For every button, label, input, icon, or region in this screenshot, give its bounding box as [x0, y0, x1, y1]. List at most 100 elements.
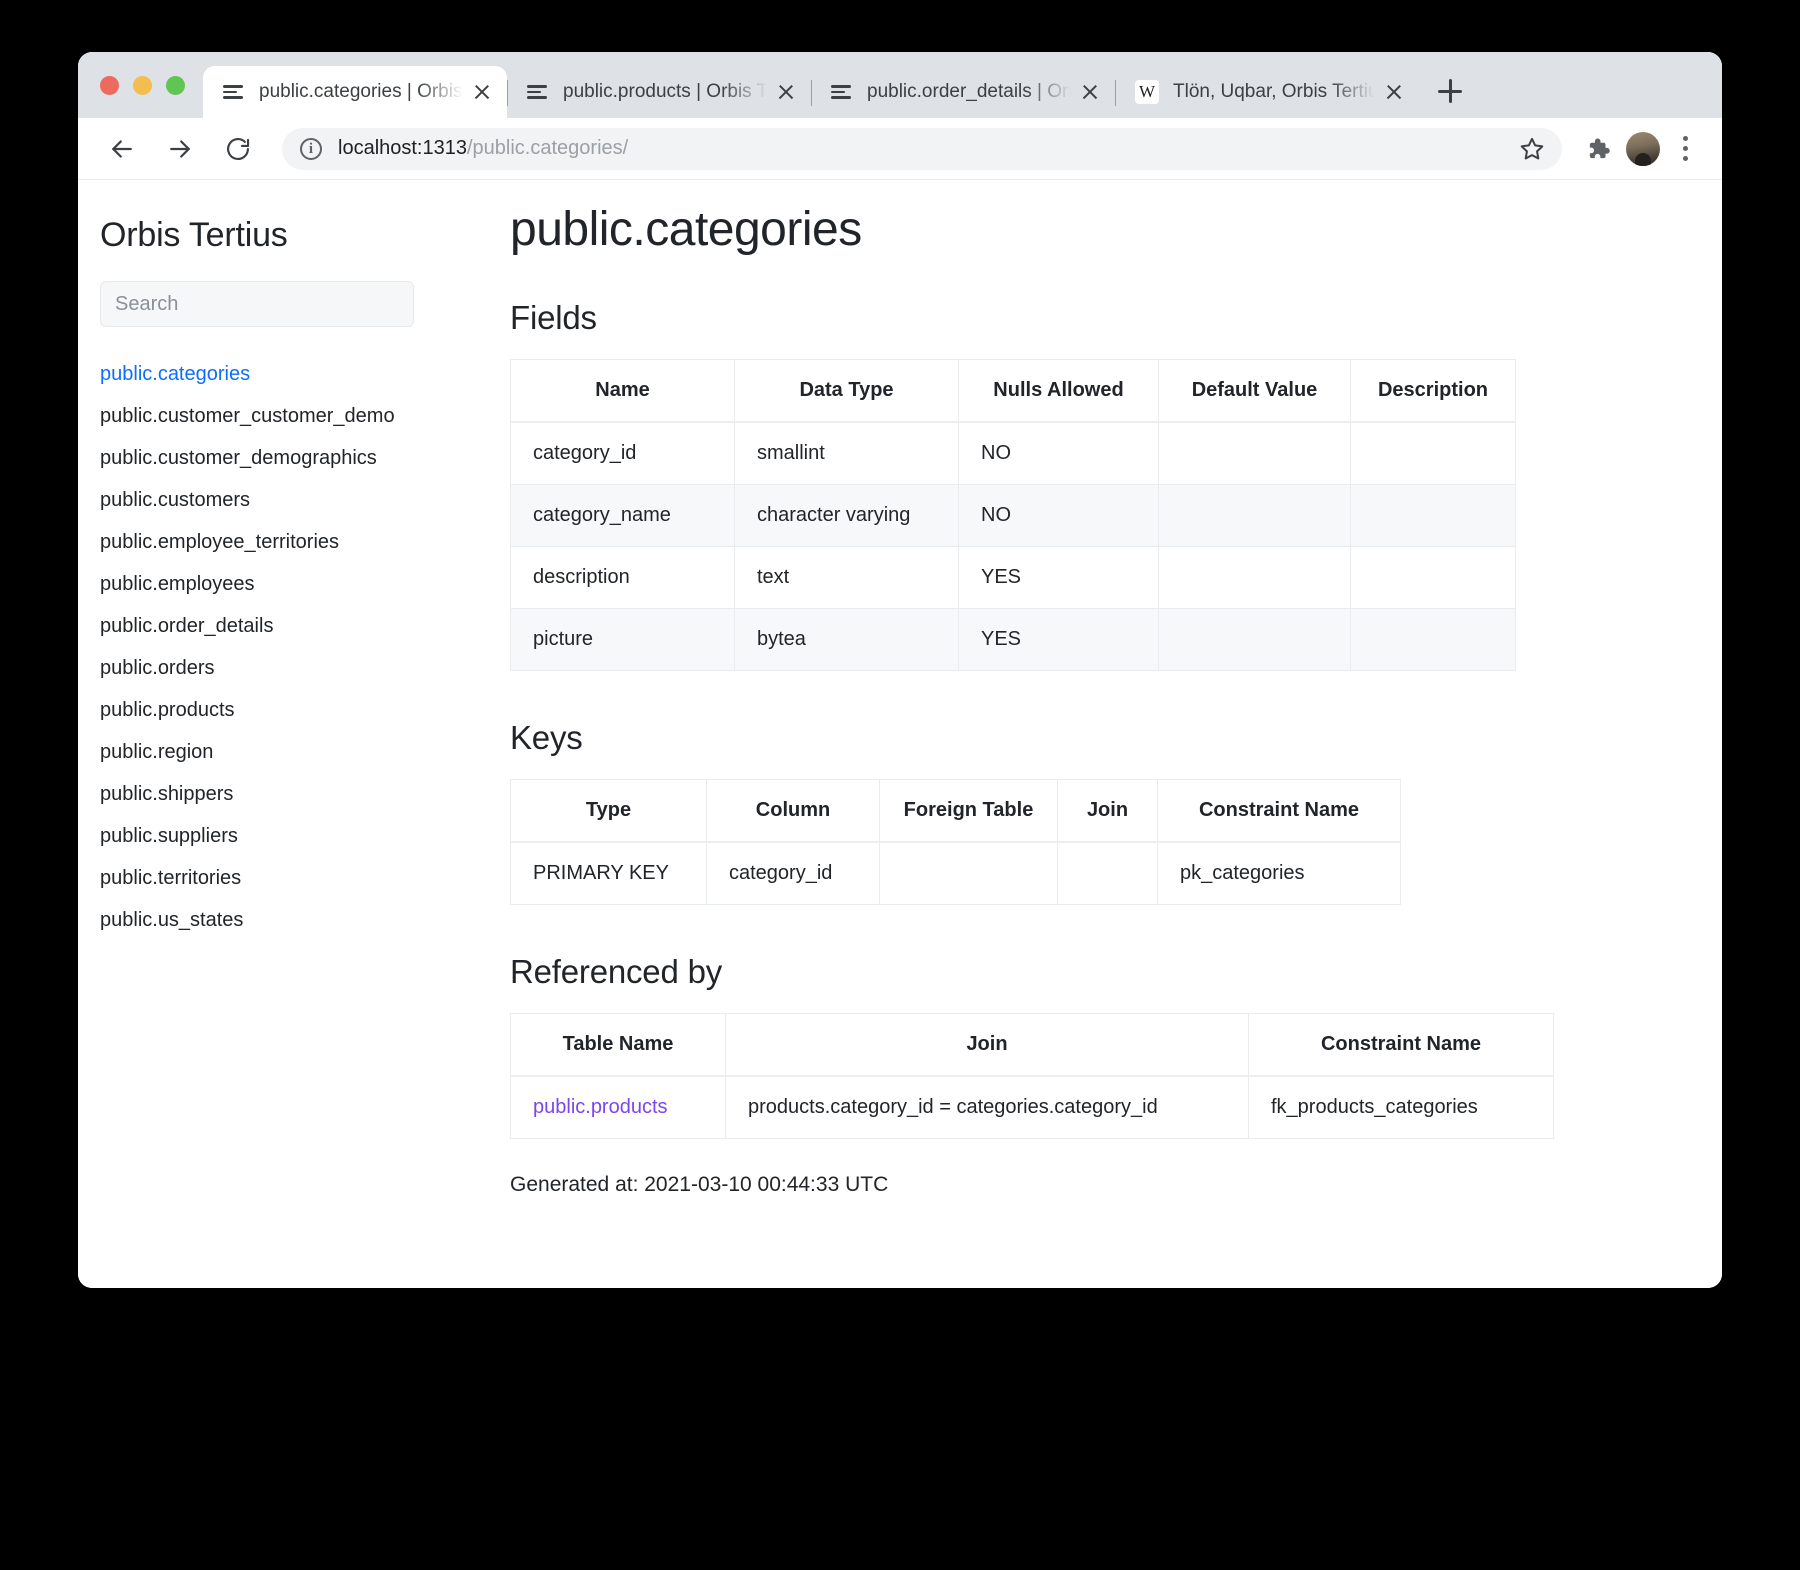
table-row: PRIMARY KEY category_id pk_categories: [511, 842, 1401, 905]
tab-title: public.categories | Orbis Tertius: [259, 66, 463, 118]
cell-foreign-table: [880, 842, 1058, 905]
url-text: localhost:1313/public.categories/: [338, 137, 1508, 160]
sidebar-item-public-categories[interactable]: public.categories: [100, 353, 454, 395]
toolbar-right: [1578, 130, 1700, 168]
table-header-row: Name Data Type Nulls Allowed Default Val…: [511, 360, 1516, 423]
sidebar-item-public-us-states[interactable]: public.us_states: [100, 899, 454, 941]
sidebar-item-public-orders[interactable]: public.orders: [100, 647, 454, 689]
sidebar-item-public-customer-customer-demo[interactable]: public.customer_customer_demo: [100, 395, 454, 437]
close-icon[interactable]: [1381, 79, 1407, 105]
column-header-name: Name: [511, 360, 735, 423]
wikipedia-icon: W: [1135, 80, 1159, 104]
column-header-constraint-name: Constraint Name: [1158, 780, 1401, 843]
kebab-menu-icon[interactable]: [1670, 130, 1700, 168]
sidebar-item-public-order-details[interactable]: public.order_details: [100, 605, 454, 647]
cell-default-value: [1159, 609, 1351, 671]
column-header-default-value: Default Value: [1159, 360, 1351, 423]
url-host: localhost:1313: [338, 137, 467, 159]
close-icon[interactable]: [773, 79, 799, 105]
column-header-type: Type: [511, 780, 707, 843]
table-nav-list: public.categories public.customer_custom…: [100, 353, 454, 941]
cell-name: category_name: [511, 485, 735, 547]
cell-default-value: [1159, 485, 1351, 547]
table-row: description text YES: [511, 547, 1516, 609]
sidebar-item-public-customers[interactable]: public.customers: [100, 479, 454, 521]
close-icon[interactable]: [469, 79, 495, 105]
column-header-data-type: Data Type: [735, 360, 959, 423]
back-arrow-icon[interactable]: [100, 127, 144, 171]
cell-name: description: [511, 547, 735, 609]
cell-data-type: bytea: [735, 609, 959, 671]
maximize-window-button[interactable]: [166, 76, 185, 95]
screen: public.categories | Orbis Tertius public…: [0, 0, 1800, 1570]
sidebar: Orbis Tertius public.categories public.c…: [78, 180, 454, 1288]
sidebar-item-public-suppliers[interactable]: public.suppliers: [100, 815, 454, 857]
referenced-by-table: Table Name Join Constraint Name public.p…: [510, 1013, 1554, 1139]
cell-description: [1351, 485, 1516, 547]
reload-icon[interactable]: [216, 127, 260, 171]
tab-tlon-uqbar-orbis-tertius[interactable]: W Tlön, Uqbar, Orbis Tertius: [1115, 66, 1419, 118]
close-window-button[interactable]: [100, 76, 119, 95]
forward-arrow-icon[interactable]: [158, 127, 202, 171]
brand-title: Orbis Tertius: [100, 216, 454, 255]
close-icon[interactable]: [1077, 79, 1103, 105]
info-circle-icon[interactable]: i: [300, 138, 322, 160]
cell-description: [1351, 422, 1516, 485]
column-header-description: Description: [1351, 360, 1516, 423]
lines-icon: [223, 81, 245, 103]
sidebar-item-public-customer-demographics[interactable]: public.customer_demographics: [100, 437, 454, 479]
search-input[interactable]: [100, 281, 414, 327]
fields-section: Fields Name Data Type Nulls Allowed Defa…: [510, 299, 1722, 671]
cell-name: picture: [511, 609, 735, 671]
page-viewport: Orbis Tertius public.categories public.c…: [78, 180, 1722, 1288]
main-content: public.categories Fields Name Data Type …: [454, 180, 1722, 1288]
cell-nulls-allowed: YES: [959, 547, 1159, 609]
tab-title: public.products | Orbis Tertius: [563, 66, 767, 118]
sidebar-item-public-shippers[interactable]: public.shippers: [100, 773, 454, 815]
cell-constraint-name: fk_products_categories: [1249, 1076, 1554, 1139]
cell-description: [1351, 547, 1516, 609]
tabs: public.categories | Orbis Tertius public…: [203, 52, 1473, 118]
browser-window: public.categories | Orbis Tertius public…: [78, 52, 1722, 1288]
lines-icon: [831, 81, 853, 103]
cell-join: products.category_id = categories.catego…: [726, 1076, 1249, 1139]
star-icon[interactable]: [1518, 135, 1546, 163]
cell-default-value: [1159, 547, 1351, 609]
puzzle-piece-icon[interactable]: [1578, 130, 1616, 168]
cell-data-type: text: [735, 547, 959, 609]
referenced-by-heading: Referenced by: [510, 953, 1722, 991]
tab-title: Tlön, Uqbar, Orbis Tertius: [1173, 66, 1375, 118]
window-controls: [78, 52, 203, 118]
keys-heading: Keys: [510, 719, 1722, 757]
sidebar-item-public-region[interactable]: public.region: [100, 731, 454, 773]
cell-data-type: character varying: [735, 485, 959, 547]
avatar[interactable]: [1626, 132, 1660, 166]
referenced-table-link[interactable]: public.products: [533, 1096, 668, 1118]
column-header-table-name: Table Name: [511, 1014, 726, 1077]
browser-toolbar: i localhost:1313/public.categories/: [78, 118, 1722, 180]
tab-public-order-details[interactable]: public.order_details | Orbis Tertius: [811, 66, 1115, 118]
referenced-by-section: Referenced by Table Name Join Constraint…: [510, 953, 1722, 1139]
cell-nulls-allowed: NO: [959, 485, 1159, 547]
sidebar-item-public-products[interactable]: public.products: [100, 689, 454, 731]
sidebar-item-public-employees[interactable]: public.employees: [100, 563, 454, 605]
column-header-column: Column: [707, 780, 880, 843]
sidebar-item-public-territories[interactable]: public.territories: [100, 857, 454, 899]
cell-name: category_id: [511, 422, 735, 485]
page-title: public.categories: [510, 202, 1722, 257]
column-header-constraint-name: Constraint Name: [1249, 1014, 1554, 1077]
address-bar[interactable]: i localhost:1313/public.categories/: [282, 128, 1562, 170]
new-tab-button[interactable]: [1427, 68, 1473, 114]
sidebar-item-public-employee-territories[interactable]: public.employee_territories: [100, 521, 454, 563]
column-header-foreign-table: Foreign Table: [880, 780, 1058, 843]
fields-heading: Fields: [510, 299, 1722, 337]
tab-public-categories[interactable]: public.categories | Orbis Tertius: [203, 66, 507, 118]
minimize-window-button[interactable]: [133, 76, 152, 95]
cell-table-name: public.products: [511, 1076, 726, 1139]
tab-strip: public.categories | Orbis Tertius public…: [78, 52, 1722, 118]
table-header-row: Table Name Join Constraint Name: [511, 1014, 1554, 1077]
tab-public-products[interactable]: public.products | Orbis Tertius: [507, 66, 811, 118]
cell-column: category_id: [707, 842, 880, 905]
tab-title: public.order_details | Orbis Tertius: [867, 66, 1071, 118]
cell-nulls-allowed: YES: [959, 609, 1159, 671]
